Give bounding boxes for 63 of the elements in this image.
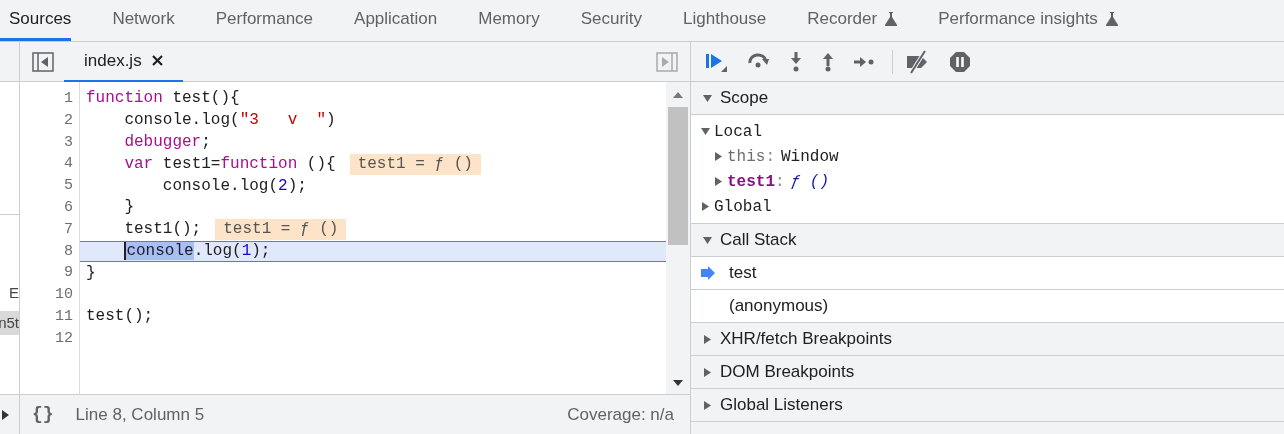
collapsed-arrow-icon[interactable] [703, 334, 712, 344]
scope-entry[interactable]: Global [691, 194, 1284, 219]
expand-arrow-icon[interactable] [2, 409, 10, 420]
file-name-fragment: n5t [0, 311, 19, 335]
line-number: 2 [63, 110, 74, 131]
sidebar-toggle-icon[interactable] [32, 51, 54, 72]
variable-row[interactable]: test1: ƒ () [691, 169, 1284, 194]
collapsed-arrow-icon[interactable] [701, 202, 710, 211]
panel-tab[interactable]: Performance insights [929, 0, 1118, 41]
code-line: test(); [85, 306, 154, 328]
variable-row[interactable]: this: Window [691, 144, 1284, 169]
pause-on-exceptions-icon[interactable] [949, 50, 971, 73]
code-line: var test1=function (){ [123, 153, 336, 175]
line-number: 11 [54, 306, 74, 327]
line-number: 12 [54, 328, 74, 349]
scope-entry[interactable]: Local [691, 119, 1284, 144]
panel-tab[interactable]: Recorder [798, 0, 898, 41]
call-frame[interactable]: test [691, 257, 1284, 290]
scrollbar-thumb[interactable] [668, 107, 688, 245]
collapsed-arrow-icon[interactable] [714, 177, 723, 186]
current-frame-arrow-icon [701, 266, 715, 280]
call-frame[interactable]: (anonymous) [691, 290, 1284, 323]
line-number: 7 [63, 219, 74, 240]
format-button[interactable]: {} [32, 401, 54, 428]
code-line: test1(); [123, 219, 202, 241]
expanded-arrow-icon[interactable] [703, 93, 712, 103]
panel-tab[interactable]: Lighthouse [674, 0, 767, 41]
inline-value: test1 = ƒ () [349, 153, 481, 175]
code-line: console.log(2); [161, 175, 307, 197]
expanded-arrow-icon[interactable] [701, 127, 710, 136]
code-line: debugger; [123, 132, 211, 153]
file-name-fragment: E [8, 283, 19, 303]
collapsed-arrow-icon[interactable] [703, 367, 712, 377]
code-line: console.log("3 v ") [123, 110, 336, 132]
collapsed-arrow-icon[interactable] [714, 152, 723, 161]
panel-tab[interactable]: Memory [469, 0, 540, 41]
close-icon[interactable] [151, 55, 163, 66]
step-into-icon[interactable] [789, 50, 803, 73]
code-line: } [123, 197, 134, 219]
inline-value: test1 = ƒ () [215, 219, 347, 241]
line-number: 6 [63, 198, 74, 218]
coverage-text: Coverage: n/a [567, 403, 674, 426]
expanded-arrow-icon[interactable] [703, 235, 712, 245]
line-number: 3 [63, 132, 74, 153]
deactivate-breakpoints-icon[interactable] [905, 49, 929, 74]
line-number: 1 [63, 89, 74, 109]
code-line: } [85, 262, 96, 284]
code-line: console.log(1); [123, 241, 271, 262]
sidebar-toggle-icon[interactable] [656, 51, 678, 72]
line-number: 9 [63, 263, 74, 284]
panel-tab[interactable]: Network [103, 0, 175, 41]
scroll-down-icon[interactable] [673, 380, 683, 386]
panel-tab[interactable]: Security [571, 0, 643, 41]
cursor-position: Line 8, Column 5 [75, 403, 205, 426]
panel-tab[interactable]: Application [345, 0, 438, 41]
line-number: 10 [54, 285, 74, 306]
panel-tab[interactable]: Performance [206, 0, 314, 41]
line-number: 5 [63, 176, 74, 197]
line-number: 4 [63, 154, 74, 175]
line-number: 8 [63, 241, 74, 262]
code-line: function test(){ [85, 88, 240, 110]
scroll-up-icon[interactable] [673, 92, 683, 98]
collapsed-arrow-icon[interactable] [703, 400, 712, 410]
